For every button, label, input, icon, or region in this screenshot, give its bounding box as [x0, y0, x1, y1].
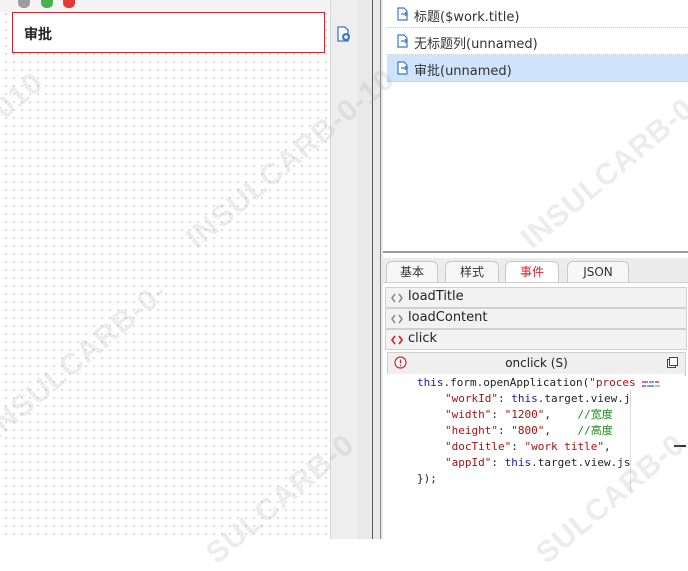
code-icon [391, 313, 403, 328]
code-icon [391, 292, 403, 307]
code-line: }); [417, 472, 437, 485]
run-icon[interactable] [41, 0, 53, 8]
event-label: loadContent [408, 310, 488, 325]
script-editor-header: onclick (S) [387, 352, 686, 376]
event-label: loadTitle [408, 289, 464, 304]
approval-field-label: 审批 [24, 27, 52, 43]
field-icon [396, 34, 410, 52]
field-icon [396, 61, 410, 79]
list-item[interactable]: 标题($work.title) [387, 1, 688, 28]
code-line: this.form.openApplication("proces [417, 376, 636, 389]
code-line: "width": "1200", //宽度 [445, 408, 613, 421]
tab-basic[interactable]: 基本 [386, 261, 438, 282]
code-line: "workId": this.target.view.js [445, 392, 638, 405]
event-item-click[interactable]: click [385, 329, 687, 350]
tool-icon[interactable] [18, 0, 30, 8]
canvas-toolbar [0, 0, 357, 12]
list-item-label: 审批(unnamed) [414, 64, 512, 79]
stop-icon[interactable] [63, 0, 75, 8]
code-icon-active [390, 334, 404, 349]
minimap[interactable] [640, 376, 672, 388]
property-tabs: 基本 样式 事件 JSON [383, 258, 688, 283]
list-item-label: 标题($work.title) [414, 10, 520, 25]
code-line: "appId": this.target.view.jso [445, 456, 638, 469]
add-field-icon[interactable] [335, 26, 351, 42]
maximize-icon[interactable] [667, 357, 678, 371]
approval-field[interactable]: 审批 [12, 12, 325, 53]
field-icon [396, 7, 410, 25]
tab-events[interactable]: 事件 [505, 261, 559, 282]
event-item-loadcontent[interactable]: loadContent [385, 308, 687, 329]
list-item-selected[interactable]: 审批(unnamed) [387, 55, 688, 82]
list-item-label: 无标题列(unnamed) [414, 37, 538, 52]
code-line: "docTitle": "work title", [445, 440, 611, 453]
event-item-loadtitle[interactable]: loadTitle [385, 287, 687, 308]
code-line: "height": "800", //高度 [445, 424, 613, 437]
editor-title: onclick (S) [505, 356, 568, 370]
list-item[interactable]: 无标题列(unnamed) [387, 28, 688, 55]
tab-style[interactable]: 样式 [445, 261, 499, 282]
tab-json[interactable]: JSON [567, 261, 629, 282]
event-label: click [408, 331, 438, 346]
